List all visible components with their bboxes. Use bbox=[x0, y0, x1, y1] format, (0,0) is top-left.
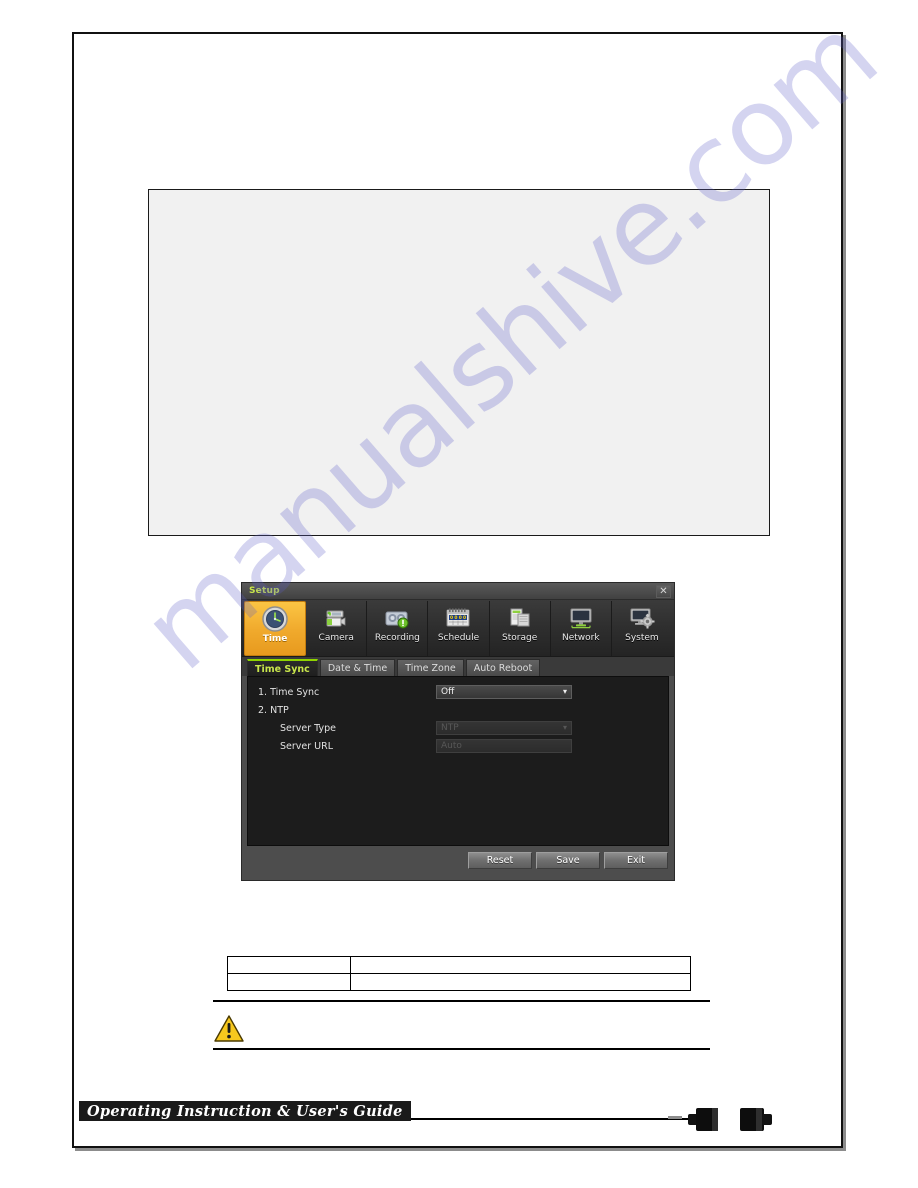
toolbar-label-schedule: Schedule bbox=[437, 633, 480, 643]
toolbar-label-camera: Camera bbox=[318, 633, 354, 643]
save-button[interactable]: Save bbox=[536, 851, 600, 869]
time-sync-select[interactable]: Off ▾ bbox=[436, 685, 572, 699]
subtab-time-sync[interactable]: Time Sync bbox=[247, 659, 318, 676]
table-cell-value bbox=[350, 973, 691, 991]
dialog-footer: Reset Save Exit bbox=[242, 846, 674, 874]
clock-icon bbox=[260, 605, 290, 633]
chevron-down-icon: ▾ bbox=[562, 687, 567, 696]
recording-icon bbox=[382, 604, 412, 632]
table-row bbox=[227, 956, 691, 974]
storage-icon bbox=[505, 604, 535, 632]
toolbar-item-schedule[interactable]: 00 00 Schedule bbox=[428, 601, 490, 656]
row-server-type: Server Type NTP ▾ bbox=[258, 721, 658, 736]
close-icon[interactable]: ✕ bbox=[656, 584, 671, 598]
toolbar-item-recording[interactable]: Recording bbox=[367, 601, 429, 656]
reset-button[interactable]: Reset bbox=[468, 851, 532, 869]
table-cell-value bbox=[350, 956, 691, 974]
table-row bbox=[227, 973, 691, 991]
server-url-value: Auto bbox=[441, 741, 462, 751]
toolbar-label-time: Time bbox=[262, 634, 288, 644]
exit-button[interactable]: Exit bbox=[604, 851, 668, 869]
toolbar-item-system[interactable]: System bbox=[612, 601, 672, 656]
camera-icon bbox=[321, 604, 351, 632]
toolbar-label-recording: Recording bbox=[374, 633, 420, 643]
svg-text:0: 0 bbox=[450, 615, 453, 621]
footer-rule bbox=[410, 1118, 702, 1120]
server-url-input: Auto bbox=[436, 739, 572, 753]
toolbar-label-system: System bbox=[625, 633, 659, 643]
label-ntp: 2. NTP bbox=[258, 705, 289, 716]
table-cell-key bbox=[227, 973, 351, 991]
footer-banner: Operating Instruction & User's Guide bbox=[79, 1101, 411, 1121]
label-time-sync: 1. Time Sync bbox=[258, 687, 320, 698]
page-number bbox=[668, 1103, 778, 1135]
note-divider-bottom bbox=[213, 1048, 710, 1050]
warning-triangle-icon bbox=[213, 1014, 245, 1044]
setup-dialog: Setup ✕ Time Camera Recording 0 0 0 0 Sc… bbox=[241, 582, 675, 881]
system-gear-icon bbox=[627, 604, 657, 632]
toolbar-item-network[interactable]: Network bbox=[551, 601, 612, 656]
row-server-url: Server URL Auto bbox=[258, 739, 658, 754]
subtab-time-zone[interactable]: Time Zone bbox=[397, 659, 464, 676]
calendar-icon: 00 00 bbox=[443, 604, 473, 632]
subtab-auto-reboot[interactable]: Auto Reboot bbox=[465, 659, 541, 676]
dialog-title: Setup bbox=[249, 586, 280, 596]
figure-placeholder-box bbox=[148, 189, 770, 536]
footer-title: Operating Instruction & User's Guide bbox=[87, 1102, 403, 1120]
network-icon bbox=[566, 604, 596, 632]
note-divider-top bbox=[213, 1000, 710, 1002]
toolbar-label-network: Network bbox=[561, 633, 600, 643]
svg-text:0: 0 bbox=[459, 615, 462, 621]
table-cell-key bbox=[227, 956, 351, 974]
category-toolbar: Time Camera Recording 0 0 0 0 Schedule S… bbox=[242, 600, 674, 657]
server-type-select: NTP ▾ bbox=[436, 721, 572, 735]
row-ntp-heading: 2. NTP bbox=[258, 703, 658, 718]
time-sync-value: Off bbox=[441, 687, 455, 697]
server-type-value: NTP bbox=[441, 723, 459, 733]
toolbar-label-storage: Storage bbox=[502, 633, 538, 643]
chevron-down-icon: ▾ bbox=[562, 723, 567, 732]
label-server-type: Server Type bbox=[280, 723, 336, 734]
label-server-url: Server URL bbox=[280, 741, 334, 752]
svg-text:0: 0 bbox=[463, 615, 466, 621]
toolbar-item-camera[interactable]: Camera bbox=[306, 601, 368, 656]
subtab-date-time[interactable]: Date & Time bbox=[319, 659, 396, 676]
settings-panel: 1. Time Sync Off ▾ 2. NTP Server Type NT… bbox=[247, 676, 669, 846]
svg-text:0: 0 bbox=[455, 615, 458, 621]
spec-table bbox=[227, 956, 691, 991]
toolbar-item-storage[interactable]: Storage bbox=[490, 601, 551, 656]
row-time-sync: 1. Time Sync Off ▾ bbox=[258, 685, 658, 700]
toolbar-item-time[interactable]: Time bbox=[244, 601, 307, 656]
dialog-titlebar: Setup ✕ bbox=[242, 583, 674, 600]
subtab-strip: Time Sync Date & Time Time Zone Auto Reb… bbox=[242, 657, 674, 676]
